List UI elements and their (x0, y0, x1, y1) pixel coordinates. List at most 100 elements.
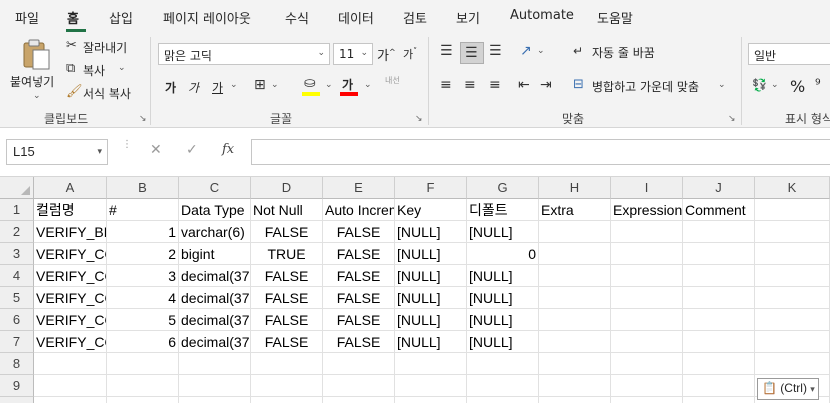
grid-cell[interactable] (755, 221, 830, 243)
grid-cell[interactable] (611, 375, 683, 397)
grid-cell[interactable] (683, 397, 755, 403)
grid-cell[interactable] (395, 353, 467, 375)
grid-cell[interactable] (755, 353, 830, 375)
grid-cell[interactable] (611, 309, 683, 331)
copy-button[interactable]: ⧉ 복사 ⌄ (66, 61, 130, 79)
grid-cell[interactable] (539, 309, 611, 331)
grid-cell[interactable]: 4 (107, 287, 179, 309)
number-format-select[interactable]: 일반 (748, 43, 830, 65)
grid-cell[interactable] (683, 287, 755, 309)
tab-file[interactable]: 파일 (15, 8, 39, 27)
tab-insert[interactable]: 삽입 (109, 8, 133, 27)
grid-cell[interactable] (467, 397, 539, 403)
grid-cell[interactable] (683, 265, 755, 287)
grid-cell[interactable] (611, 287, 683, 309)
tab-help[interactable]: 도움말 (597, 8, 633, 27)
grid-cell[interactable] (34, 397, 107, 403)
formula-bar-splitter[interactable]: ⋮ (122, 139, 132, 150)
align-center-icon[interactable]: ≡ (464, 77, 476, 93)
wrap-text-button[interactable]: ↵ 자동 줄 바꿈 (573, 43, 693, 63)
grid-cell[interactable]: 디폴트 (467, 199, 539, 221)
grid-cell[interactable]: decimal(37 (179, 309, 251, 331)
grid-cell[interactable]: 1 (107, 221, 179, 243)
grid-cell[interactable]: FALSE (251, 331, 323, 353)
column-header-a[interactable]: A (34, 177, 107, 199)
grid-cell[interactable]: VERIFY_CO (34, 331, 107, 353)
grid-cell[interactable]: VERIFY_CO (34, 309, 107, 331)
grid-cell[interactable] (107, 375, 179, 397)
grid-cell[interactable]: FALSE (251, 265, 323, 287)
grid-cell[interactable]: [NULL] (467, 331, 539, 353)
grid-cell[interactable] (539, 353, 611, 375)
grid-cell[interactable] (755, 287, 830, 309)
grid-cell[interactable] (179, 375, 251, 397)
comma-style-button[interactable]: ⁹ (815, 77, 821, 93)
grid-cell[interactable]: Expression (611, 199, 683, 221)
tab-automate[interactable]: Automate (510, 8, 574, 23)
grid-cell[interactable] (611, 353, 683, 375)
grid-cell[interactable]: [NULL] (395, 243, 467, 265)
formula-input[interactable] (251, 139, 830, 165)
align-left-icon[interactable]: ≡ (440, 77, 452, 93)
align-right-icon[interactable]: ≡ (489, 77, 501, 93)
decrease-font-size-button[interactable]: 가˅ (403, 46, 417, 62)
column-header-g[interactable]: G (467, 177, 539, 199)
grid-cell[interactable] (539, 243, 611, 265)
underline-button[interactable]: 가 (212, 79, 223, 96)
grid-cell[interactable]: FALSE (251, 309, 323, 331)
paste-button[interactable]: 붙여넣기 ⌄ (8, 37, 64, 105)
decrease-indent-icon[interactable]: ⇤ (518, 77, 530, 93)
borders-icon[interactable]: ⊞ (254, 77, 266, 93)
column-header-f[interactable]: F (395, 177, 467, 199)
grid-cell[interactable]: [NULL] (467, 265, 539, 287)
grid-cell[interactable] (395, 397, 467, 403)
grid-cell[interactable]: VERIFY_CO (34, 287, 107, 309)
grid-cell[interactable] (251, 375, 323, 397)
insert-function-button[interactable]: fx (222, 142, 234, 157)
grid-cell[interactable]: FALSE (251, 221, 323, 243)
grid-cell[interactable] (179, 353, 251, 375)
font-size-select[interactable]: 11 ⌄ (333, 43, 373, 65)
tab-view[interactable]: 보기 (456, 8, 480, 27)
bold-button[interactable]: 가 (165, 79, 176, 96)
grid-cell[interactable] (611, 265, 683, 287)
grid-cell[interactable] (251, 397, 323, 403)
grid-cell[interactable] (323, 375, 395, 397)
grid-cell[interactable] (34, 375, 107, 397)
row-header[interactable]: 2 (0, 221, 34, 243)
grid-cell[interactable] (107, 353, 179, 375)
grid-cell[interactable]: Comment (683, 199, 755, 221)
grid-cell[interactable] (539, 265, 611, 287)
cancel-icon[interactable]: ✕ (150, 142, 162, 158)
column-header-c[interactable]: C (179, 177, 251, 199)
grid-cell[interactable] (755, 309, 830, 331)
grid-cell[interactable] (755, 243, 830, 265)
grid-cell[interactable]: [NULL] (467, 309, 539, 331)
grid-cell[interactable] (323, 397, 395, 403)
grid-cell[interactable]: 0 (467, 243, 539, 265)
grid-cell[interactable]: [NULL] (467, 221, 539, 243)
grid-cell[interactable]: FALSE (323, 331, 395, 353)
grid-cell[interactable] (539, 287, 611, 309)
grid-cell[interactable] (467, 353, 539, 375)
column-header-d[interactable]: D (251, 177, 323, 199)
column-header-e[interactable]: E (323, 177, 395, 199)
grid-cell[interactable] (34, 353, 107, 375)
format-painter-button[interactable]: 🖌 서식 복사 (66, 84, 138, 102)
grid-cell[interactable] (107, 397, 179, 403)
grid-cell[interactable]: [NULL] (395, 287, 467, 309)
grid-cell[interactable]: 2 (107, 243, 179, 265)
grid-cell[interactable]: [NULL] (467, 287, 539, 309)
italic-button[interactable]: 가 (188, 79, 199, 96)
grid-cell[interactable] (755, 331, 830, 353)
row-header[interactable]: 3 (0, 243, 34, 265)
tab-page-layout[interactable]: 페이지 레이아웃 (163, 8, 251, 27)
grid-cell[interactable]: 6 (107, 331, 179, 353)
grid-cell[interactable] (323, 353, 395, 375)
grid-cell[interactable] (683, 353, 755, 375)
row-header[interactable]: 1 (0, 199, 34, 221)
tab-formulas[interactable]: 수식 (285, 8, 309, 27)
grid-cell[interactable]: varchar(6) (179, 221, 251, 243)
row-header[interactable]: 10 (0, 397, 34, 403)
grid-cell[interactable]: FALSE (323, 265, 395, 287)
